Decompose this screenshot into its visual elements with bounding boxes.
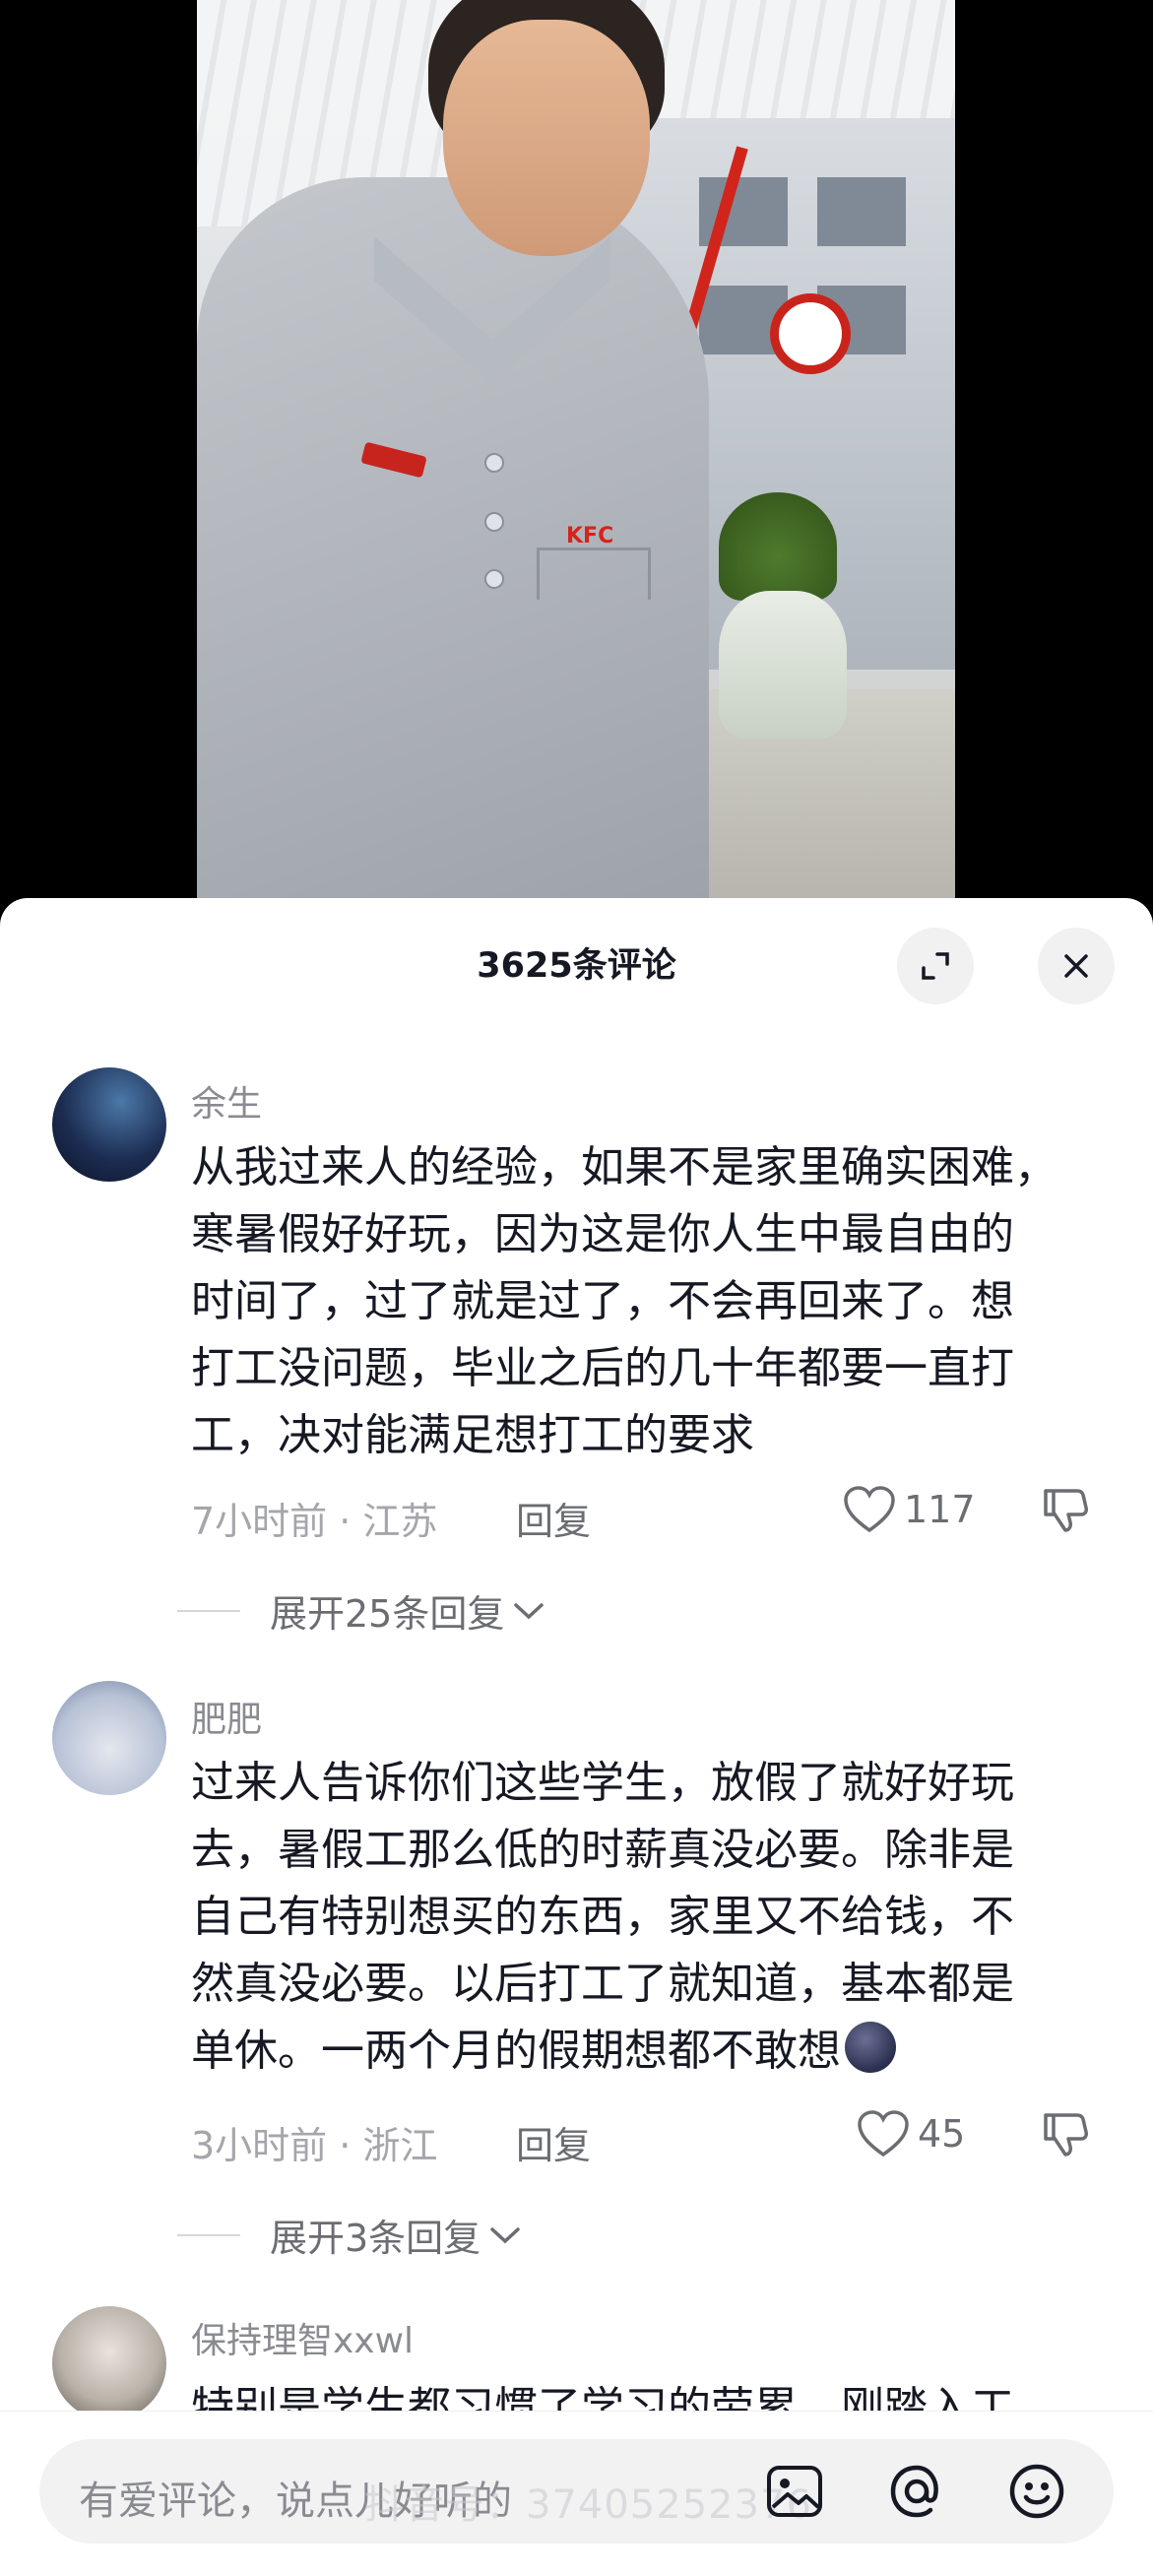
- comment-input[interactable]: 有爱评论，说点儿好听的 抖音号：37405252376: [39, 2439, 1114, 2544]
- kfc-logo: KFC: [566, 524, 614, 548]
- chevron-down-icon: [490, 2226, 520, 2243]
- comment-input-bar: 有爱评论，说点儿好听的 抖音号：37405252376: [0, 2411, 1153, 2576]
- emoji-icon: [1009, 2464, 1064, 2519]
- heart-icon: [858, 2110, 909, 2157]
- thumbs-down-icon: [1044, 2113, 1088, 2157]
- like-count: 45: [918, 2112, 966, 2156]
- expand-replies-label: 展开3条回复: [270, 2217, 481, 2260]
- comment-username[interactable]: 保持理智xxwl: [191, 2312, 414, 2363]
- dislike-button[interactable]: [1042, 2109, 1089, 2162]
- comment-text: 从我过来人的经验，如果不是家里确实困难， 寒暑假好好玩，因为这是你人生中最自由的…: [191, 1142, 1057, 1460]
- video-player[interactable]: KFC: [0, 0, 1153, 898]
- moon-emoji-icon: [845, 2022, 896, 2073]
- expand-replies-button[interactable]: 展开25条回复: [177, 1583, 545, 1638]
- avatar[interactable]: [52, 1681, 166, 1795]
- expand-replies-label: 展开25条回复: [270, 1592, 505, 1636]
- avatar[interactable]: [52, 1067, 166, 1182]
- chevron-down-icon: [514, 1602, 544, 1619]
- watermark-text: 抖音号：37405252376: [364, 2482, 812, 2528]
- like-count: 117: [904, 1488, 976, 1531]
- reply-button[interactable]: 回复: [516, 2115, 591, 2169]
- reply-button[interactable]: 回复: [516, 1491, 591, 1545]
- comments-sheet: 3625条评论 余生 从我过来人的经验，如果不是家里确实困难， 寒暑假好好玩，因…: [0, 898, 1153, 2575]
- comment-username[interactable]: 余生: [191, 1075, 262, 1127]
- dislike-button[interactable]: [1042, 1485, 1089, 1538]
- image-icon: [767, 2466, 822, 2517]
- scooter: [719, 591, 847, 739]
- like-button[interactable]: 117: [843, 1485, 976, 1534]
- comment-username[interactable]: 肥肥: [191, 1691, 262, 1742]
- avatar[interactable]: [52, 2306, 166, 2420]
- comment-text: 过来人告诉你们这些学生，放假了就好好玩 去，暑假工那么低的时薪真没必要。除非是 …: [191, 1758, 1014, 2076]
- comment-count-title: 3625条评论: [477, 946, 676, 986]
- thumbs-down-icon: [1044, 1489, 1088, 1532]
- expand-icon: [922, 952, 949, 980]
- mention-button[interactable]: [886, 2461, 947, 2526]
- heart-icon: [844, 1486, 895, 1533]
- close-button[interactable]: [1038, 928, 1115, 1004]
- no-parking-sign: [770, 293, 851, 374]
- like-button[interactable]: 45: [857, 2109, 965, 2158]
- person-in-uniform: [197, 177, 709, 898]
- comment-time-location: 7小时前 · 江苏: [191, 1500, 438, 1543]
- video-frame: KFC: [197, 0, 955, 898]
- expand-button[interactable]: [897, 928, 974, 1004]
- at-icon: [890, 2465, 938, 2518]
- comment-time-location: 3小时前 · 浙江: [191, 2124, 438, 2167]
- expand-replies-button[interactable]: 展开3条回复: [177, 2208, 522, 2262]
- emoji-button[interactable]: [1006, 2461, 1067, 2526]
- close-icon: [1064, 954, 1088, 978]
- image-button[interactable]: [764, 2461, 825, 2526]
